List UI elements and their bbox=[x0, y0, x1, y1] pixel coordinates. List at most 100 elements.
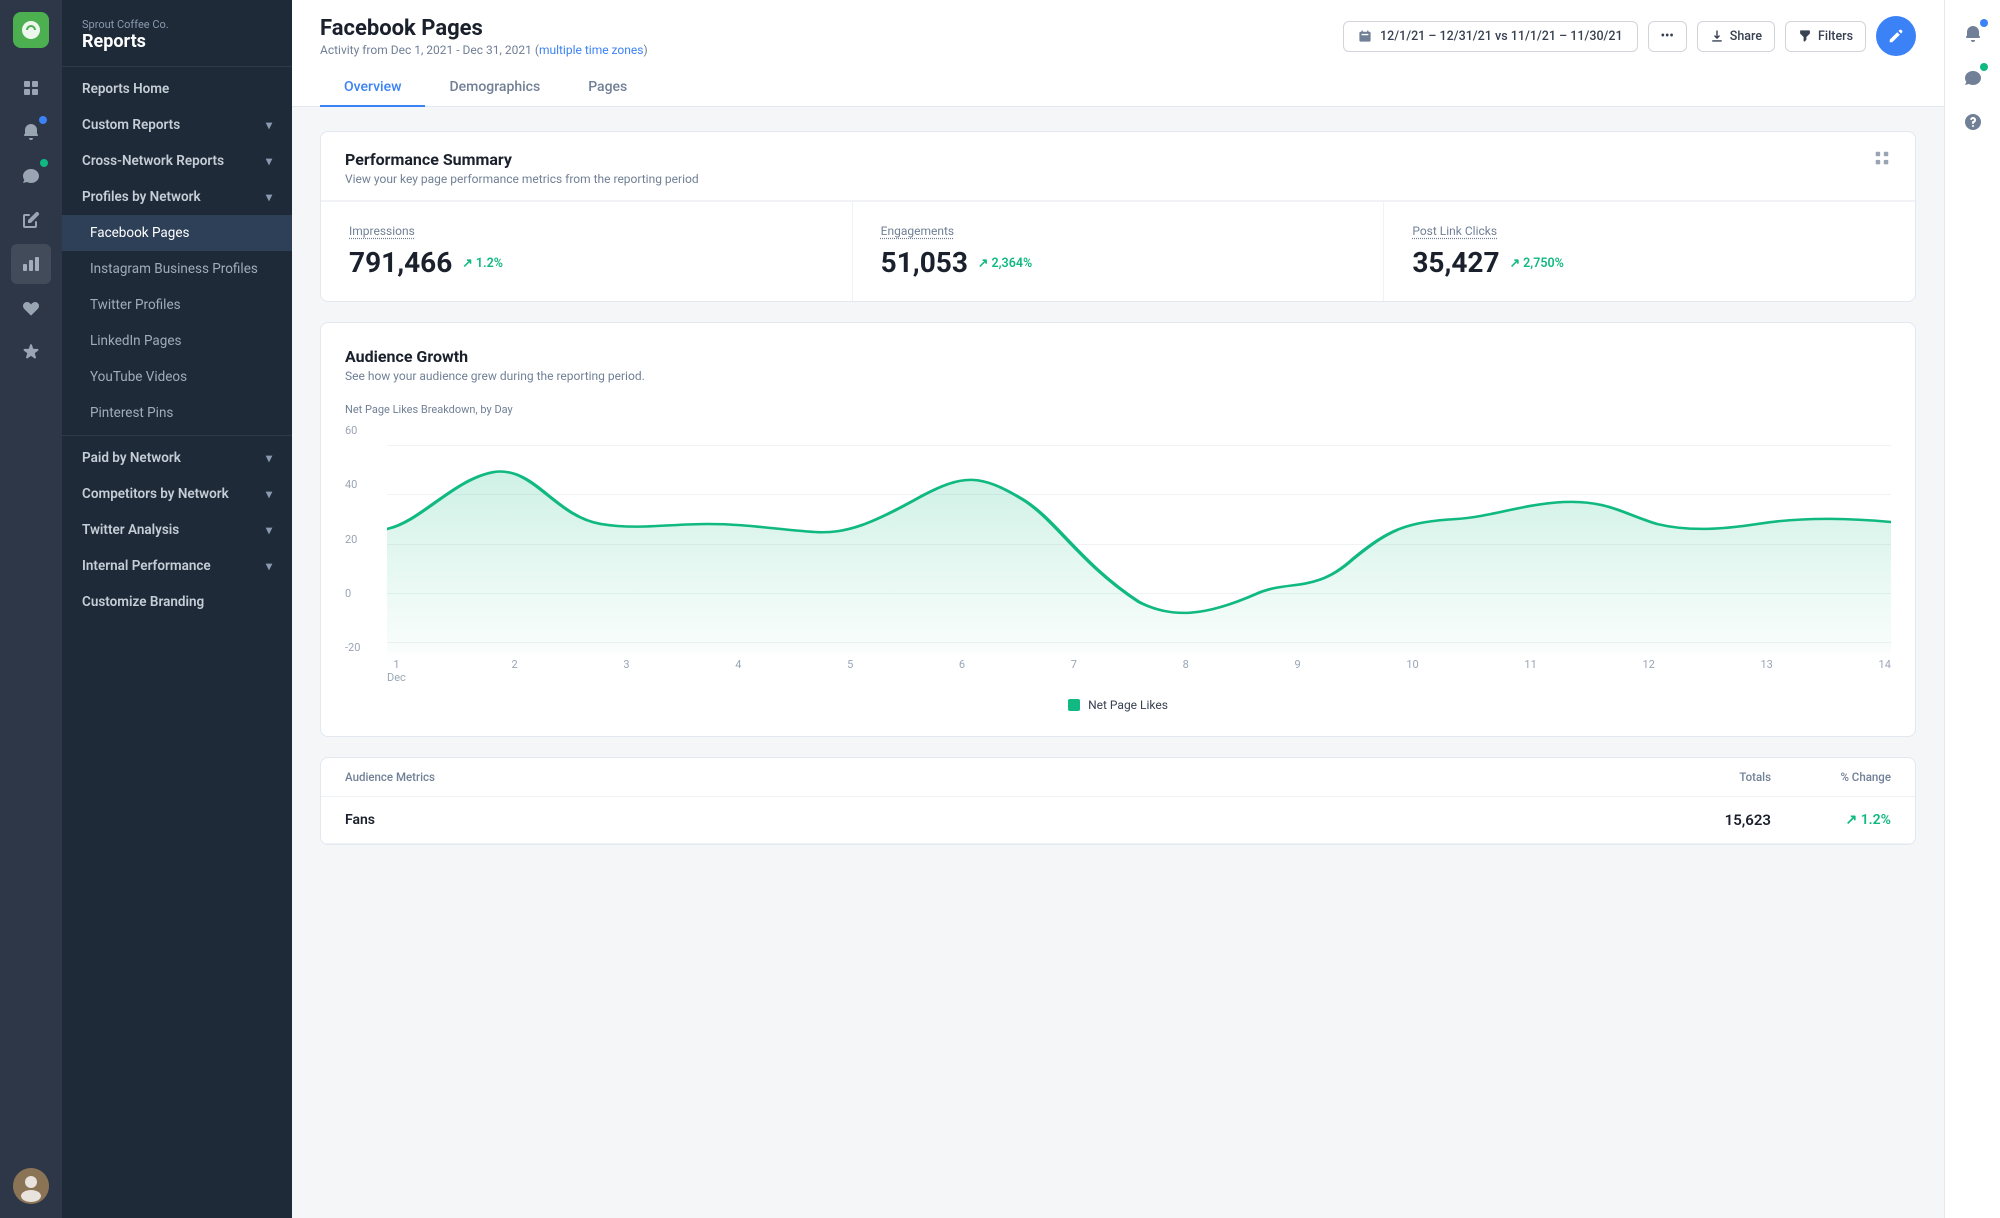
filters-button[interactable]: Filters bbox=[1785, 21, 1866, 52]
page-content: Performance Summary View your key page p… bbox=[292, 107, 1944, 1218]
up-arrow-icon: ↗ bbox=[978, 256, 988, 271]
sidebar-item-customize-branding[interactable]: Customize Branding bbox=[62, 584, 292, 620]
sidebar-item-profiles-by-network[interactable]: Profiles by Network ▾ bbox=[62, 179, 292, 215]
sidebar-item-custom-reports[interactable]: Custom Reports ▾ bbox=[62, 107, 292, 143]
sidebar-item-twitter-profiles[interactable]: Twitter Profiles bbox=[62, 287, 292, 323]
header-actions: 12/1/21 – 12/31/21 vs 11/1/21 – 11/30/21… bbox=[1343, 16, 1916, 56]
impressions-change: ↗ 1.2% bbox=[462, 255, 503, 271]
chevron-down-icon: ▾ bbox=[266, 451, 272, 465]
post-link-clicks-label: Post Link Clicks bbox=[1412, 224, 1887, 238]
sidebar-item-facebook-pages[interactable]: Facebook Pages bbox=[62, 215, 292, 251]
compose-icon bbox=[1887, 27, 1905, 45]
up-arrow-icon: ↗ bbox=[462, 256, 472, 271]
table-row: Fans 15,623 ↗ 1.2% bbox=[321, 797, 1915, 844]
up-arrow-icon: ↗ bbox=[1845, 812, 1857, 828]
filter-icon bbox=[1798, 29, 1812, 43]
right-chat-icon[interactable] bbox=[1955, 60, 1991, 96]
nav-publish[interactable] bbox=[11, 200, 51, 240]
nav-advocacy[interactable] bbox=[11, 332, 51, 372]
grid-view-icon[interactable] bbox=[1873, 150, 1891, 173]
table-header: Audience Metrics Totals % Change bbox=[321, 758, 1915, 797]
card-header: Performance Summary View your key page p… bbox=[321, 132, 1915, 201]
row-total-fans: 15,623 bbox=[1651, 811, 1771, 829]
company-name: Sprout Coffee Co. bbox=[82, 18, 272, 31]
line-chart-svg bbox=[387, 424, 1891, 654]
legend-label: Net Page Likes bbox=[1088, 698, 1168, 712]
right-chat-badge bbox=[1980, 63, 1988, 71]
sidebar-divider bbox=[62, 435, 292, 436]
col-header-metric: Audience Metrics bbox=[345, 770, 1651, 784]
date-range-text: 12/1/21 – 12/31/21 vs 11/1/21 – 11/30/21 bbox=[1380, 29, 1623, 44]
calendar-icon bbox=[1358, 29, 1372, 43]
sidebar-item-twitter-analysis[interactable]: Twitter Analysis ▾ bbox=[62, 512, 292, 548]
sidebar-item-paid-by-network[interactable]: Paid by Network ▾ bbox=[62, 440, 292, 476]
engagements-value: 51,053 bbox=[881, 246, 968, 279]
post-link-clicks-change: ↗ 2,750% bbox=[1510, 255, 1564, 271]
page-title: Facebook Pages bbox=[320, 16, 648, 41]
chevron-down-icon: ▾ bbox=[266, 154, 272, 168]
nav-notifications[interactable] bbox=[11, 112, 51, 152]
metric-engagements: Engagements 51,053 ↗ 2,364% bbox=[853, 202, 1385, 301]
nav-compose[interactable] bbox=[11, 68, 51, 108]
chevron-down-icon: ▾ bbox=[266, 487, 272, 501]
metrics-row: Impressions 791,466 ↗ 1.2% Engagements 5… bbox=[321, 201, 1915, 301]
audience-growth-card: Audience Growth See how your audience gr… bbox=[320, 322, 1916, 737]
share-icon bbox=[1710, 29, 1724, 43]
chart-legend: Net Page Likes bbox=[345, 698, 1891, 712]
sidebar-item-instagram-business[interactable]: Instagram Business Profiles bbox=[62, 251, 292, 287]
more-options-button[interactable]: ••• bbox=[1648, 21, 1687, 52]
right-notification-badge bbox=[1980, 19, 1988, 27]
audience-growth-title: Audience Growth bbox=[345, 347, 1891, 366]
nav-avatar[interactable] bbox=[11, 1166, 51, 1206]
card-subtitle: View your key page performance metrics f… bbox=[345, 172, 699, 186]
chevron-down-icon: ▾ bbox=[266, 118, 272, 132]
chevron-down-icon: ▾ bbox=[266, 559, 272, 573]
sidebar-header: Sprout Coffee Co. Reports bbox=[62, 0, 292, 67]
tab-overview[interactable]: Overview bbox=[320, 69, 425, 107]
sidebar-item-linkedin-pages[interactable]: LinkedIn Pages bbox=[62, 323, 292, 359]
nav-analytics[interactable] bbox=[11, 244, 51, 284]
sidebar-item-pinterest-pins[interactable]: Pinterest Pins bbox=[62, 395, 292, 431]
tab-pages[interactable]: Pages bbox=[564, 69, 651, 107]
ellipsis-icon: ••• bbox=[1661, 29, 1674, 44]
tab-demographics[interactable]: Demographics bbox=[425, 69, 564, 107]
share-label: Share bbox=[1730, 29, 1762, 44]
page-title-block: Facebook Pages Activity from Dec 1, 2021… bbox=[320, 16, 648, 57]
nav-messages[interactable] bbox=[11, 156, 51, 196]
post-link-clicks-value: 35,427 bbox=[1412, 246, 1499, 279]
legend-color-dot bbox=[1068, 699, 1080, 711]
main-content: Facebook Pages Activity from Dec 1, 2021… bbox=[292, 0, 1944, 1218]
chevron-down-icon: ▾ bbox=[266, 190, 272, 204]
chart-label: Net Page Likes Breakdown, by Day bbox=[345, 403, 1891, 416]
compose-button[interactable] bbox=[1876, 16, 1916, 56]
col-header-totals: Totals bbox=[1651, 770, 1771, 784]
engagements-label: Engagements bbox=[881, 224, 1356, 238]
share-button[interactable]: Share bbox=[1697, 21, 1775, 52]
card-title: Performance Summary bbox=[345, 150, 699, 169]
right-help-icon[interactable] bbox=[1955, 104, 1991, 140]
timezone-link[interactable]: multiple time zones bbox=[539, 43, 644, 57]
sidebar-item-youtube-videos[interactable]: YouTube Videos bbox=[62, 359, 292, 395]
page-subtitle: Activity from Dec 1, 2021 - Dec 31, 2021… bbox=[320, 43, 648, 57]
sidebar-item-internal-performance[interactable]: Internal Performance ▾ bbox=[62, 548, 292, 584]
sidebar-item-cross-network[interactable]: Cross-Network Reports ▾ bbox=[62, 143, 292, 179]
page-header: Facebook Pages Activity from Dec 1, 2021… bbox=[292, 0, 1944, 107]
chevron-down-icon: ▾ bbox=[266, 523, 272, 537]
notification-badge bbox=[39, 116, 47, 124]
sidebar: Sprout Coffee Co. Reports Reports Home C… bbox=[62, 0, 292, 1218]
impressions-label: Impressions bbox=[349, 224, 824, 238]
message-badge bbox=[40, 159, 48, 167]
impressions-value: 791,466 bbox=[349, 246, 452, 279]
app-logo bbox=[13, 12, 49, 48]
audience-metrics-card: Audience Metrics Totals % Change Fans 15… bbox=[320, 757, 1916, 845]
performance-summary-card: Performance Summary View your key page p… bbox=[320, 131, 1916, 302]
sidebar-nav: Reports Home Custom Reports ▾ Cross-Netw… bbox=[62, 67, 292, 624]
date-range-button[interactable]: 12/1/21 – 12/31/21 vs 11/1/21 – 11/30/21 bbox=[1343, 21, 1638, 52]
filters-label: Filters bbox=[1818, 29, 1853, 44]
nav-listening[interactable] bbox=[11, 288, 51, 328]
right-bell-icon[interactable] bbox=[1955, 16, 1991, 52]
sidebar-item-competitors-by-network[interactable]: Competitors by Network ▾ bbox=[62, 476, 292, 512]
sidebar-item-reports-home[interactable]: Reports Home bbox=[62, 71, 292, 107]
metric-impressions: Impressions 791,466 ↗ 1.2% bbox=[321, 202, 853, 301]
chart-x-axis: 1 Dec 2 3 4 5 6 7 8 9 10 11 12 13 14 bbox=[387, 658, 1891, 684]
